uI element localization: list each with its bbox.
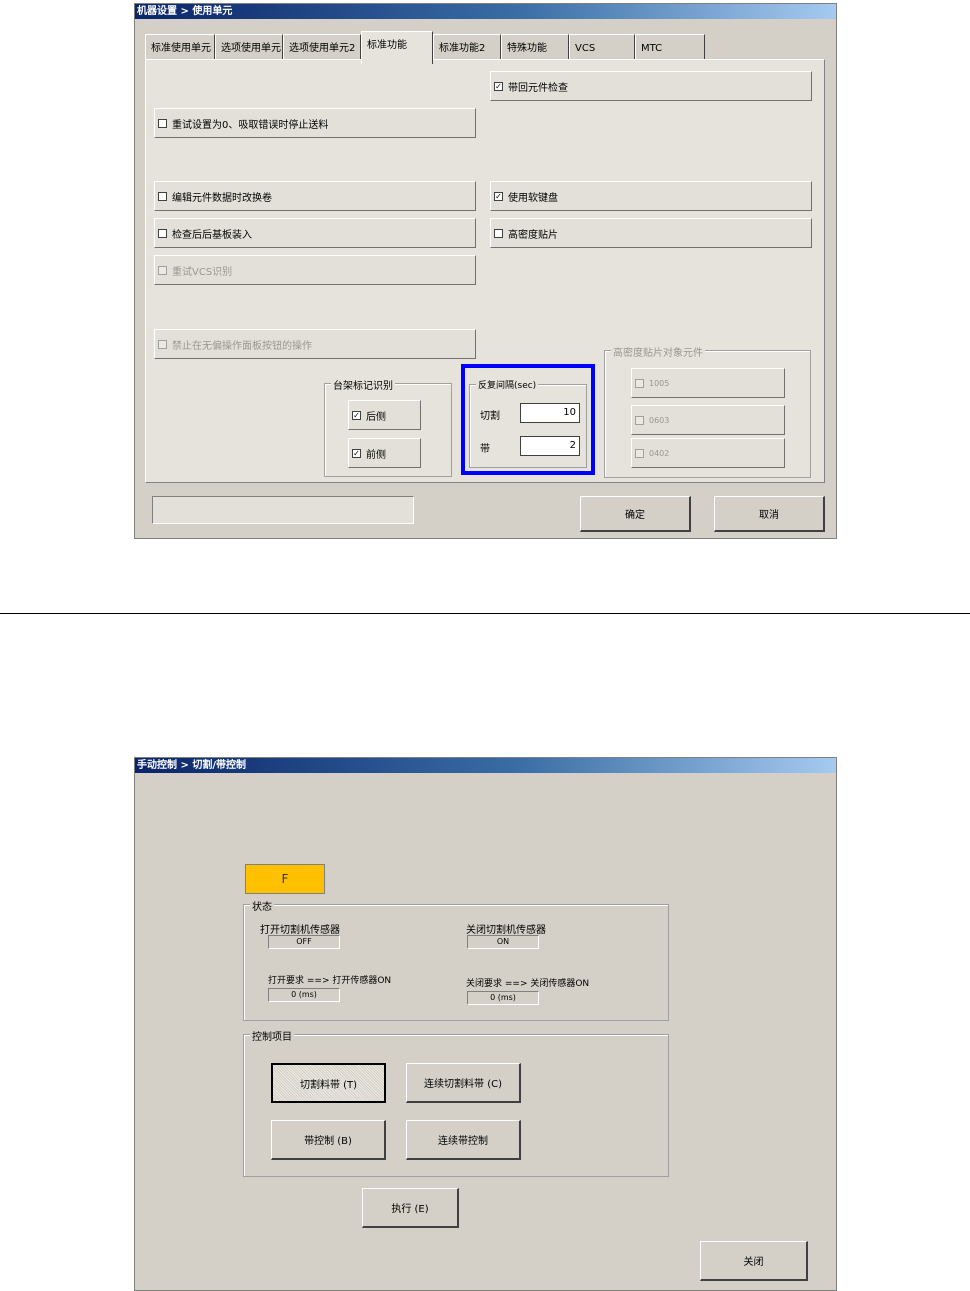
- close-request-value: 0 (ms): [467, 991, 539, 1005]
- group-title: 高密度贴片对象元件: [611, 344, 705, 359]
- checkbox[interactable]: [158, 118, 167, 128]
- cancel-button[interactable]: 取消: [714, 496, 825, 532]
- checkbox[interactable]: [158, 228, 167, 238]
- ok-button[interactable]: 确定: [580, 496, 691, 532]
- option-label: 重试设置为0、吸取错误时停止送料: [172, 119, 329, 131]
- edit-part-change-reel-option[interactable]: 编辑元件数据时改换卷: [154, 181, 476, 211]
- high-density-mount-option[interactable]: 高密度贴片: [490, 218, 812, 248]
- cut-label: 切割: [480, 411, 500, 422]
- option-label: 高密度贴片: [508, 229, 558, 241]
- rear-side-option[interactable]: ✓ 后侧: [348, 400, 421, 430]
- checkbox[interactable]: ✓: [352, 448, 361, 458]
- tape-interval-input[interactable]: 2: [520, 436, 580, 456]
- window-title: 手动控制 > 切割/带控制: [135, 758, 836, 773]
- page-divider: [0, 613, 970, 614]
- option-label: 检查后后基板装入: [172, 229, 252, 241]
- checkbox: [635, 448, 644, 458]
- retry-zero-stop-option[interactable]: 重试设置为0、吸取错误时停止送料: [154, 108, 476, 138]
- option-label: 重试VCS识别: [172, 266, 233, 278]
- hd-part-1005: 1005: [631, 368, 785, 398]
- group-title: 台架标记识别: [331, 377, 395, 392]
- indicator-text: F: [281, 872, 289, 886]
- checkbox: [635, 415, 644, 425]
- front-side-option[interactable]: ✓ 前侧: [348, 438, 421, 468]
- hd-part-0402: 0402: [631, 438, 785, 468]
- option-label: 1005: [649, 378, 670, 388]
- option-label: 使用软键盘: [508, 192, 558, 204]
- checkbox[interactable]: ✓: [494, 81, 503, 91]
- control-group: 控制项目 切割料带 (T) 连续切割料带 (C) 带控制 (B) 连续带控制: [243, 1028, 669, 1177]
- option-label: 禁止在无偏操作面板按钮的操作: [172, 340, 312, 352]
- hd-parts-group: 高密度贴片对象元件 1005 0603 0402: [604, 344, 811, 478]
- close-request-label: 关闭要求 ==> 关闭传感器ON: [466, 979, 590, 989]
- group-title: 反复间隔(sec): [476, 378, 539, 391]
- open-sensor-value: OFF: [268, 935, 340, 949]
- repeat-interval-group: 反复间隔(sec) 切割 10 带 2: [469, 378, 587, 468]
- group-title: 状态: [250, 898, 274, 913]
- standard-functions-panel: ✓ 带回元件检查 重试设置为0、吸取错误时停止送料 编辑元件数据时改换卷 ✓ 使…: [145, 59, 825, 483]
- manual-control-window: 手动控制 > 切割/带控制 F 状态 打开切割机传感器 OFF 关闭切割机传感器…: [134, 757, 837, 1291]
- disable-operation-option: 禁止在无偏操作面板按钮的操作: [154, 329, 476, 359]
- close-sensor-label: 关闭切割机传感器: [466, 925, 546, 936]
- cut-interval-input[interactable]: 10: [520, 403, 580, 423]
- repeat-interval-highlight: 反复间隔(sec) 切割 10 带 2: [461, 364, 595, 475]
- option-label: 带回元件检查: [508, 82, 568, 94]
- cut-tape-button[interactable]: 切割料带 (T): [271, 1063, 386, 1103]
- close-sensor-value: ON: [467, 935, 539, 949]
- status-indicator: F: [245, 864, 325, 894]
- checkbox[interactable]: [158, 191, 167, 201]
- option-label: 前侧: [366, 449, 386, 461]
- checkbox[interactable]: [494, 228, 503, 238]
- open-sensor-label: 打开切割机传感器: [260, 925, 340, 936]
- open-request-label: 打开要求 ==> 打开传感器ON: [268, 976, 392, 986]
- tape-recovery-check-option[interactable]: ✓ 带回元件检查: [490, 71, 812, 101]
- retry-vcs-option: 重试VCS识别: [154, 255, 476, 285]
- tab-standard-functions[interactable]: 标准功能: [361, 31, 433, 64]
- use-soft-keyboard-option[interactable]: ✓ 使用软键盘: [490, 181, 812, 211]
- close-button[interactable]: 关闭: [700, 1241, 808, 1281]
- hd-part-0603: 0603: [631, 405, 785, 435]
- option-label: 0402: [649, 448, 670, 458]
- checkbox: [158, 339, 167, 349]
- group-title: 控制项目: [250, 1028, 294, 1043]
- message-box: [152, 496, 414, 524]
- load-after-check-option[interactable]: 检查后后基板装入: [154, 218, 476, 248]
- checkbox[interactable]: ✓: [352, 410, 361, 420]
- continuous-cut-tape-button[interactable]: 连续切割料带 (C): [406, 1063, 521, 1103]
- execute-button[interactable]: 执行 (E): [362, 1188, 459, 1228]
- tape-label: 带: [480, 444, 490, 455]
- option-label: 0603: [649, 415, 670, 425]
- continuous-tape-control-button[interactable]: 连续带控制: [406, 1120, 521, 1160]
- open-request-value: 0 (ms): [268, 988, 340, 1002]
- checkbox: [158, 265, 167, 275]
- option-label: 后侧: [366, 411, 386, 423]
- tape-control-button[interactable]: 带控制 (B): [271, 1120, 386, 1160]
- window-title: 机器设置 > 使用单元: [135, 4, 836, 19]
- frame-mark-group: 台架标记识别 ✓ 后侧 ✓ 前侧: [324, 377, 452, 477]
- checkbox: [635, 378, 644, 388]
- checkbox[interactable]: ✓: [494, 191, 503, 201]
- status-group: 状态 打开切割机传感器 OFF 关闭切割机传感器 ON 打开要求 ==> 打开传…: [243, 898, 669, 1021]
- option-label: 编辑元件数据时改换卷: [172, 192, 272, 204]
